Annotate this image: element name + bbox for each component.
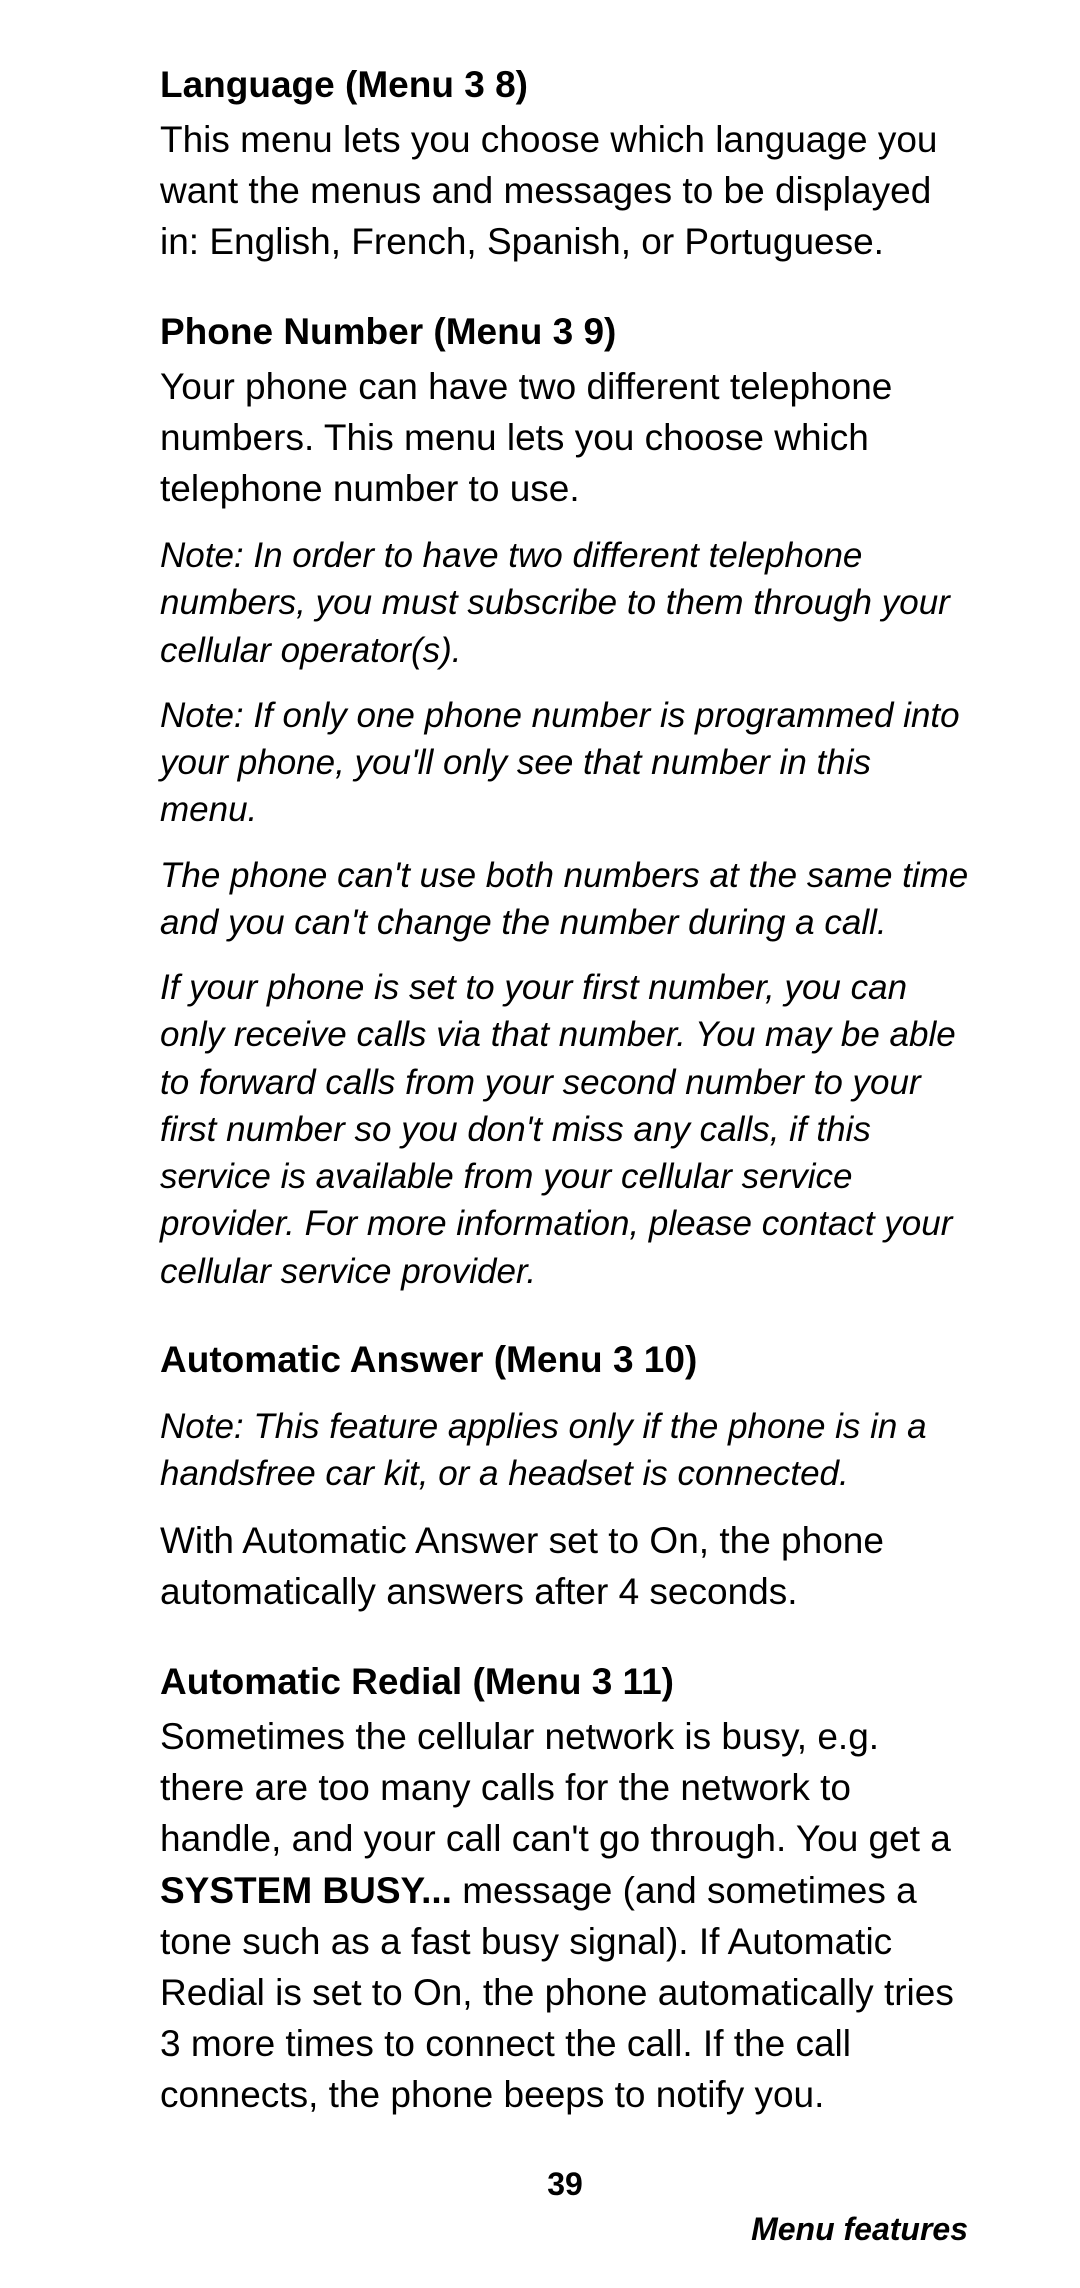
heading-auto-answer: Automatic Answer (Menu 3 10) <box>160 1335 970 1385</box>
heading-phone-number: Phone Number (Menu 3 9) <box>160 307 970 357</box>
manual-page: Language (Menu 3 8) This menu lets you c… <box>0 0 1080 2288</box>
body-auto-answer: With Automatic Answer set to On, the pho… <box>160 1515 970 1617</box>
redial-bold: SYSTEM BUSY... <box>160 1870 452 1911</box>
heading-auto-redial: Automatic Redial (Menu 3 11) <box>160 1657 970 1707</box>
body-language: This menu lets you choose which language… <box>160 114 970 267</box>
page-number: 39 <box>160 2166 970 2203</box>
note-phone-number-3: The phone can't use both numbers at the … <box>160 852 970 947</box>
note-phone-number-1: Note: In order to have two different tel… <box>160 532 970 674</box>
note-phone-number-4: If your phone is set to your first numbe… <box>160 964 970 1295</box>
footer-section-title: Menu features <box>160 2211 970 2248</box>
heading-language: Language (Menu 3 8) <box>160 60 970 110</box>
note-phone-number-2: Note: If only one phone number is progra… <box>160 692 970 834</box>
body-auto-redial: Sometimes the cellular network is busy, … <box>160 1711 970 2119</box>
redial-pre: Sometimes the cellular network is busy, … <box>160 1716 951 1859</box>
note-auto-answer: Note: This feature applies only if the p… <box>160 1403 970 1498</box>
body-phone-number: Your phone can have two different teleph… <box>160 361 970 514</box>
